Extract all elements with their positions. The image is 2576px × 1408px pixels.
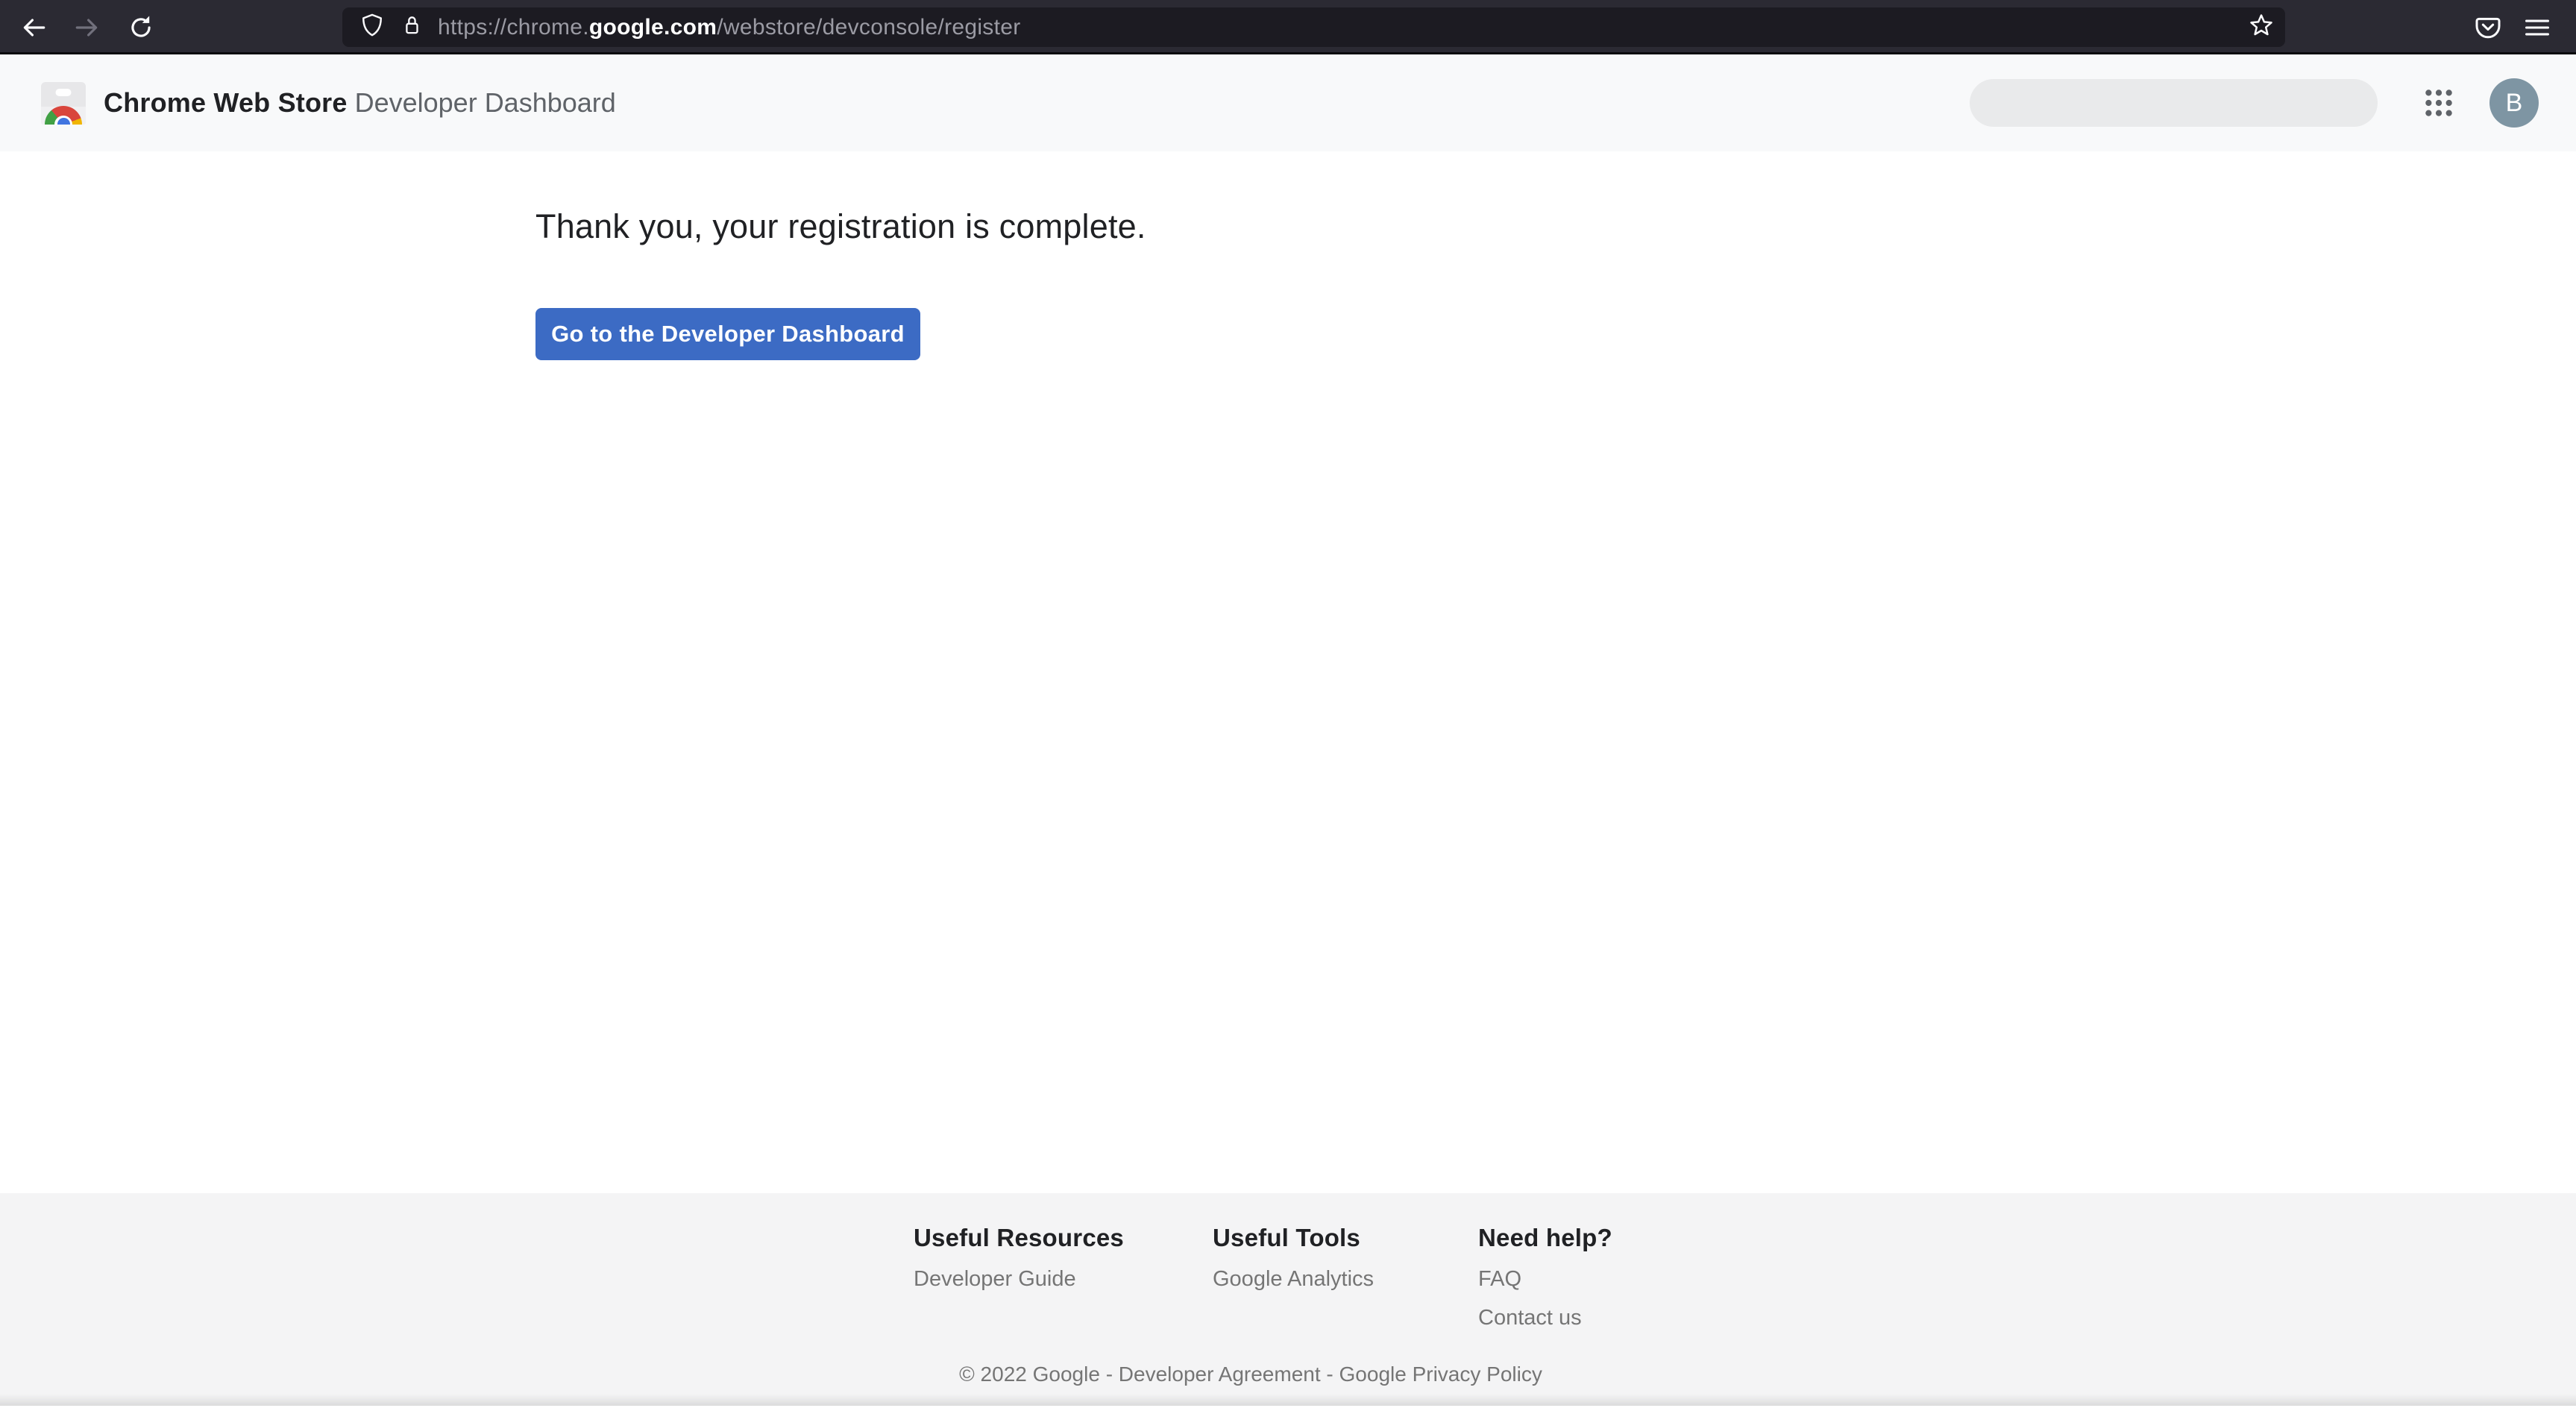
account-avatar[interactable]: B [2489,78,2539,128]
go-to-dashboard-button[interactable]: Go to the Developer Dashboard [535,308,920,360]
footer-link-google-analytics[interactable]: Google Analytics [1213,1268,1478,1290]
footer-columns: Useful Resources Developer Guide Useful … [914,1225,1659,1329]
copyright-line: © 2022 Google - Developer Agreement - Go… [914,1363,1588,1386]
avatar-letter: B [2506,89,2523,118]
apps-grid-icon [2423,110,2454,121]
url-path: /webstore/devconsole/register [717,15,1020,40]
footer-link-contact-us[interactable]: Contact us [1478,1307,1659,1329]
forward-button[interactable] [73,13,101,42]
footer-col-resources: Useful Resources Developer Guide [914,1225,1213,1329]
chrome-ball-icon [45,106,82,125]
arrow-right-icon [73,13,101,42]
google-apps-button[interactable] [2423,87,2454,121]
footer-link-faq[interactable]: FAQ [1478,1268,1659,1290]
hamburger-icon [2522,34,2552,45]
pocket-icon [2473,34,2503,45]
url-domain: google.com [589,15,717,40]
page-title: Thank you, your registration is complete… [535,207,2576,247]
footer-col-help: Need help? FAQ Contact us [1478,1225,1659,1329]
menu-button[interactable] [2522,13,2552,45]
bookmark-star-icon[interactable] [2248,12,2275,43]
arrow-left-icon [19,13,48,42]
main-content: Thank you, your registration is complete… [0,151,2576,1193]
brand-subtitle: Developer Dashboard [355,87,616,118]
url-bar[interactable]: https://chrome.google.com/webstore/devco… [342,7,2285,47]
footer-col-title: Useful Tools [1213,1225,1478,1251]
lock-icon[interactable] [400,13,423,42]
footer-link-developer-agreement[interactable]: Developer Agreement [1119,1363,1321,1386]
store-search-input[interactable] [1970,79,2378,127]
copyright-text: © 2022 Google - [959,1363,1119,1386]
footer-link-privacy-policy[interactable]: Google Privacy Policy [1339,1363,1542,1386]
footer: Useful Resources Developer Guide Useful … [0,1193,2576,1406]
footer-col-title: Useful Resources [914,1225,1213,1251]
reload-icon [127,13,155,42]
url-text: https://chrome.google.com/webstore/devco… [438,15,1021,40]
brand-title[interactable]: Chrome Web StoreDeveloper Dashboard [104,87,616,119]
chrome-web-store-logo[interactable] [41,82,86,125]
brand-name: Chrome Web Store [104,87,348,118]
pocket-button[interactable] [2473,13,2503,45]
browser-toolbar: https://chrome.google.com/webstore/devco… [0,0,2576,54]
browser-window: https://chrome.google.com/webstore/devco… [0,0,2576,1408]
reload-button[interactable] [127,13,155,42]
footer-link-developer-guide[interactable]: Developer Guide [914,1268,1213,1290]
footer-col-title: Need help? [1478,1225,1659,1251]
footer-col-tools: Useful Tools Google Analytics [1213,1225,1478,1329]
copyright-separator: - [1321,1363,1339,1386]
back-button[interactable] [19,13,48,42]
tracking-shield-icon[interactable] [360,13,384,42]
site-header: Chrome Web StoreDeveloper Dashboard B [0,54,2576,151]
url-prefix: https://chrome. [438,15,589,40]
store-bag-icon [41,82,86,125]
